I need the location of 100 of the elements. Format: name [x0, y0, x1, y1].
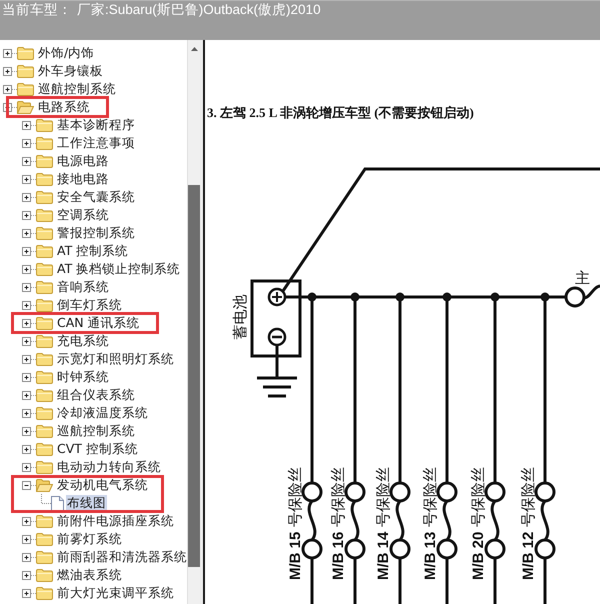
expand-icon[interactable] [22, 408, 36, 418]
tree-item[interactable]: AT 换档锁止控制系统 [56, 261, 182, 277]
junction-dot [396, 292, 404, 302]
folder-icon [36, 136, 53, 150]
tree-item[interactable]: 燃油表系统 [56, 567, 123, 583]
tree-item[interactable]: 工作注意事项 [56, 135, 136, 151]
tree-item[interactable]: 巡航控制系统 [37, 81, 117, 97]
folder-icon [36, 262, 53, 276]
folder-icon [36, 154, 53, 168]
tree-item[interactable]: 充电系统 [56, 333, 110, 349]
ground-symbol [256, 345, 298, 398]
expand-icon[interactable] [22, 282, 36, 292]
expand-icon[interactable] [22, 246, 36, 256]
expand-icon[interactable] [22, 300, 36, 310]
tree-item[interactable]: 电路系统 [37, 99, 91, 115]
folder-icon [36, 334, 53, 348]
folder-icon [36, 208, 53, 222]
expand-icon[interactable] [22, 138, 36, 148]
expand-icon[interactable] [22, 228, 36, 238]
fuse-label: M/B 15 号保险丝 [286, 466, 304, 580]
tree-item[interactable]: 音响系统 [56, 279, 110, 295]
diagram-title: 3. 左驾 2.5 L 非涡轮增压车型 (不需要按钮启动) [206, 105, 474, 121]
tree-item[interactable]: 前附件电源插座系统 [56, 513, 175, 529]
expand-icon[interactable] [22, 120, 36, 130]
expand-icon[interactable] [22, 318, 36, 328]
junction-dot [490, 292, 500, 302]
tree-item[interactable]: 前雨刮器和清洗器系统 [56, 549, 187, 565]
junction-dot [442, 292, 452, 302]
expand-icon[interactable] [22, 156, 36, 166]
tree-item[interactable]: 警报控制系统 [56, 225, 136, 241]
tree-item[interactable]: 空调系统 [56, 207, 110, 223]
tree-item[interactable]: CAN 通讯系统 [56, 315, 141, 331]
tree-item[interactable]: 电动动力转向系统 [56, 459, 162, 475]
expand-icon[interactable] [22, 210, 36, 220]
expand-icon[interactable] [22, 426, 36, 436]
expand-icon[interactable] [22, 462, 36, 472]
folder-icon [36, 532, 53, 546]
component-label: 主 [575, 269, 590, 287]
tree-item[interactable]: 基本诊断程序 [56, 117, 136, 133]
tree-item[interactable]: 示宽灯和照明灯系统 [56, 351, 175, 367]
expand-icon[interactable] [3, 84, 17, 94]
header-label: 当前车型： [2, 1, 72, 18]
folder-icon [36, 118, 53, 132]
expand-icon[interactable] [3, 48, 17, 58]
folder-icon [36, 370, 53, 384]
tree-item[interactable]: 外车身镶板 [37, 63, 104, 79]
expand-icon[interactable] [22, 534, 36, 544]
tree-line [41, 494, 51, 504]
expand-icon[interactable] [22, 336, 36, 346]
collapse-icon[interactable] [22, 480, 36, 490]
tree-item[interactable]: CVT 控制系统 [56, 441, 139, 457]
tree-item[interactable]: 倒车灯系统 [56, 297, 123, 313]
folder-icon [36, 514, 53, 528]
tree-item[interactable]: 布线图 [66, 495, 107, 511]
tree-item[interactable]: 巡航控制系统 [56, 423, 136, 439]
expand-icon[interactable] [22, 570, 36, 580]
folder-icon [36, 244, 53, 258]
scrollbar-thumb[interactable] [188, 185, 200, 567]
expand-icon[interactable] [22, 192, 36, 202]
expand-icon[interactable] [22, 174, 36, 184]
expand-icon[interactable] [22, 354, 36, 364]
expand-icon[interactable] [22, 516, 36, 526]
expand-icon[interactable] [22, 390, 36, 400]
tree-item[interactable]: 组合仪表系统 [56, 387, 136, 403]
folder-icon [36, 280, 53, 294]
tree-item[interactable]: 前雾灯系统 [56, 531, 123, 547]
folder-icon [17, 82, 34, 96]
expand-icon[interactable] [22, 264, 36, 274]
expand-icon[interactable] [22, 444, 36, 454]
expand-icon[interactable] [3, 66, 17, 76]
fuse-label: M/B 13 号保险丝 [421, 466, 439, 580]
folder-icon [36, 226, 53, 240]
tree-item[interactable]: 冷却液温度系统 [56, 405, 149, 421]
folder-icon [36, 388, 53, 402]
expand-icon[interactable] [22, 552, 36, 562]
folder-icon [36, 442, 53, 456]
folder-icon [36, 190, 53, 204]
folder-icon [36, 586, 53, 600]
tree-item[interactable]: 发动机电气系统 [56, 477, 149, 493]
tree-item[interactable]: 电源电路 [56, 153, 110, 169]
tree-item[interactable]: 外饰/内饰 [37, 45, 96, 61]
up-arrow-icon [190, 46, 198, 50]
tree-item[interactable]: 安全气囊系统 [56, 189, 136, 205]
open-folder-icon [17, 100, 34, 114]
tree-item[interactable]: 时钟系统 [56, 369, 110, 385]
folder-icon [36, 550, 53, 564]
tree-item[interactable]: 前大灯光束调平系统 [56, 585, 175, 601]
expand-icon[interactable] [22, 372, 36, 382]
folder-icon [36, 424, 53, 438]
folder-icon [36, 568, 53, 582]
folder-icon [36, 172, 53, 186]
tree-item[interactable]: 接地电路 [56, 171, 110, 187]
tree-item[interactable]: AT 控制系统 [56, 243, 130, 259]
expand-icon[interactable] [22, 588, 36, 598]
battery-label: 蓄电池 [231, 294, 249, 340]
fuse-label: M/B 20 号保险丝 [469, 466, 487, 580]
junction-dot [350, 292, 360, 302]
fuse-label: M/B 16 号保险丝 [329, 466, 347, 580]
folder-icon [17, 46, 34, 60]
fuse-label: M/B 14 号保险丝 [374, 466, 392, 580]
